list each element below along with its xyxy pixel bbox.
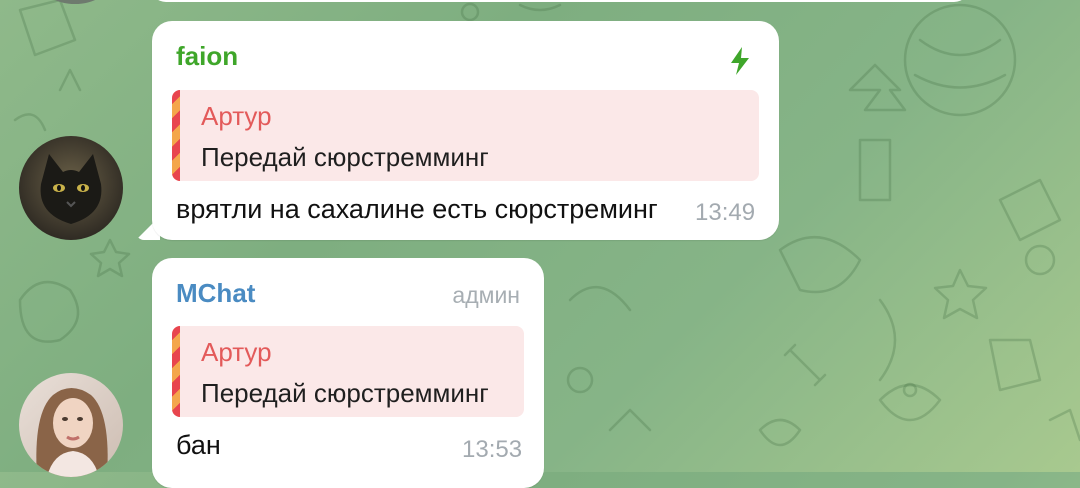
previous-avatar[interactable] <box>40 0 110 4</box>
avatar[interactable] <box>19 136 123 240</box>
reply-author: Артур <box>201 337 272 367</box>
message-bubble[interactable]: MChat админ Артур Передай сюрстремминг б… <box>152 258 544 488</box>
reply-text: Передай сюрстремминг <box>201 142 489 172</box>
message-text: бан <box>176 430 221 460</box>
reply-text: Передай сюрстремминг <box>201 378 489 408</box>
previous-message-bubble[interactable] <box>150 0 970 2</box>
sender-name[interactable]: MChat <box>176 278 255 309</box>
reply-accent-bar <box>172 326 180 417</box>
message-time: 13:49 <box>695 199 756 226</box>
reply-quote[interactable]: Артур Передай сюрстремминг <box>172 326 524 417</box>
user-avatar-image <box>19 373 123 477</box>
cat-avatar-image <box>19 136 123 240</box>
reply-accent-bar <box>172 90 180 181</box>
admin-badge: админ <box>452 282 520 308</box>
message-bubble[interactable]: faion Артур Передай сюрстремминг врятли … <box>152 21 779 240</box>
message-text: врятли на сахалине есть сюрстреминг <box>176 194 658 224</box>
reply-author: Артур <box>201 101 272 131</box>
lightning-icon <box>731 47 749 75</box>
reply-quote[interactable]: Артур Передай сюрстремминг <box>172 90 759 181</box>
message-time: 13:53 <box>462 436 523 463</box>
sender-name[interactable]: faion <box>176 41 238 72</box>
avatar[interactable] <box>19 373 123 477</box>
